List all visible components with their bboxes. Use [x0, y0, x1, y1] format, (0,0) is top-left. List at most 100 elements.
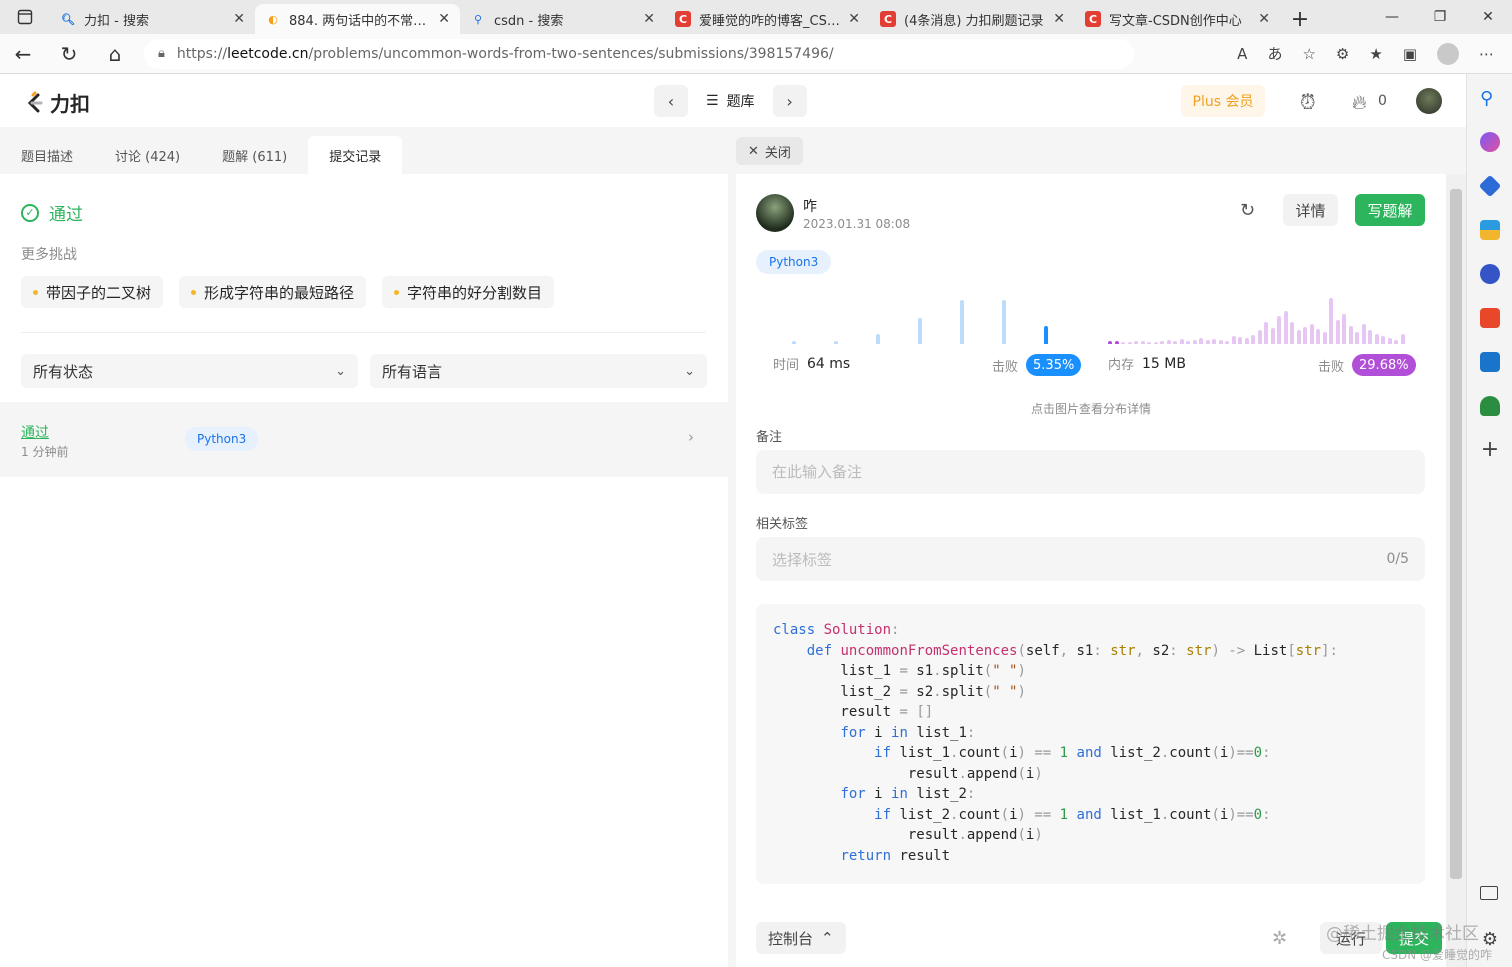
- browser-tab[interactable]: ⚲ csdn - 搜索 ✕: [460, 4, 665, 34]
- tab-actions-icon[interactable]: [0, 0, 50, 34]
- runtime-metric: 时间 64 ms: [773, 354, 850, 374]
- tags-placeholder: 选择标签: [772, 550, 833, 569]
- home-icon[interactable]: ⌂: [92, 42, 138, 66]
- browser-tab[interactable]: C (4条消息) 力扣刷题记录 ✕: [870, 4, 1075, 34]
- reload-icon[interactable]: ↻: [46, 42, 92, 66]
- language-filter-select[interactable]: 所有语言 ⌄: [370, 354, 707, 388]
- challenge-chip[interactable]: 形成字符串的最短路径: [179, 276, 367, 308]
- office-icon[interactable]: [1480, 308, 1500, 328]
- memory-dist-bar: [1381, 336, 1385, 344]
- memory-beat: 击败 29.68%: [1318, 354, 1416, 376]
- close-window-icon[interactable]: ✕: [1464, 9, 1512, 25]
- runtime-distribution-chart[interactable]: [776, 294, 1066, 344]
- write-solution-button[interactable]: 写题解: [1355, 194, 1425, 226]
- runtime-dist-bar: [918, 318, 922, 344]
- extensions-icon[interactable]: ⚙: [1336, 45, 1349, 63]
- outlook-icon[interactable]: [1480, 352, 1500, 372]
- details-button[interactable]: 详情: [1283, 194, 1338, 226]
- debug-icon[interactable]: ✲: [1272, 928, 1287, 949]
- search-icon[interactable]: ⚲: [1480, 88, 1500, 109]
- browser-tab[interactable]: C 爱睡觉的咋的博客_CSDN ✕: [665, 4, 870, 34]
- submission-row[interactable]: 通过 1 分钟前 Python3 ›: [0, 402, 728, 477]
- source-code: class Solution: def uncommonFromSentence…: [773, 622, 1338, 864]
- more-icon[interactable]: ⋯: [1479, 45, 1494, 63]
- fire-icon[interactable]: 🔥︎: [1352, 90, 1367, 114]
- memory-dist-bar: [1342, 314, 1346, 344]
- tab-title: (4条消息) 力扣刷题记录: [904, 13, 1044, 29]
- plus-member-button[interactable]: Plus 会员: [1181, 85, 1265, 117]
- hide-sidebar-icon[interactable]: [1480, 886, 1498, 900]
- tab-submissions[interactable]: 提交记录: [308, 136, 403, 174]
- close-tab-icon[interactable]: ✕: [233, 11, 245, 27]
- tags-count: 0/5: [1386, 551, 1409, 567]
- tab-solutions[interactable]: 题解 (611): [201, 136, 308, 174]
- refresh-icon[interactable]: ↻: [1240, 200, 1255, 221]
- author-avatar[interactable]: [756, 194, 794, 232]
- alarm-icon[interactable]: ⏰︎: [1300, 90, 1316, 114]
- close-tab-icon[interactable]: ✕: [438, 11, 450, 27]
- collections-icon[interactable]: ▣: [1403, 45, 1417, 63]
- shopping-icon[interactable]: [1478, 174, 1502, 198]
- site-logo[interactable]: 力扣: [24, 88, 90, 117]
- read-aloud-icon[interactable]: A: [1237, 45, 1247, 63]
- browser-tab[interactable]: 🔍︎ 力扣 - 搜索 ✕: [50, 4, 255, 34]
- tools-icon[interactable]: [1480, 220, 1500, 240]
- scrollbar[interactable]: [1446, 174, 1466, 967]
- address-bar: ← ↻ ⌂ 🔒︎ https://leetcode.cn/problems/un…: [0, 34, 1512, 74]
- profile-avatar[interactable]: [1437, 42, 1459, 65]
- panel-splitter[interactable]: [728, 127, 736, 967]
- status-filter-select[interactable]: 所有状态 ⌄: [21, 354, 358, 388]
- copilot-icon[interactable]: [1480, 132, 1500, 152]
- memory-dist-bar: [1186, 341, 1190, 344]
- memory-dist-bar: [1290, 322, 1294, 344]
- translate-icon[interactable]: あ: [1267, 43, 1282, 64]
- challenge-chip[interactable]: 带因子的二叉树: [21, 276, 164, 308]
- back-icon[interactable]: ←: [0, 42, 46, 66]
- code-view[interactable]: class Solution: def uncommonFromSentence…: [756, 604, 1425, 884]
- close-tab-icon[interactable]: ✕: [1053, 11, 1065, 27]
- problem-list-button[interactable]: ☰ 题库: [698, 91, 763, 111]
- drop-icon[interactable]: [1480, 396, 1500, 416]
- window-controls: — ❐ ✕: [1368, 0, 1512, 34]
- new-tab-icon[interactable]: +: [1280, 4, 1320, 34]
- url-prefix: https://: [176, 45, 228, 62]
- url-field[interactable]: 🔒︎ https://leetcode.cn/problems/uncommon…: [144, 38, 1134, 69]
- console-button[interactable]: 控制台 ⌃: [756, 922, 846, 954]
- distribution-hint: 点击图片查看分布详情: [1030, 402, 1151, 416]
- memory-dist-bar: [1374, 334, 1379, 344]
- games-icon[interactable]: [1480, 264, 1500, 284]
- tab-discussion[interactable]: 讨论 (424): [94, 136, 201, 174]
- chevron-down-icon: ⌄: [684, 363, 695, 379]
- tab-description[interactable]: 题目描述: [0, 136, 94, 174]
- close-detail-button[interactable]: ✕ 关闭: [736, 137, 803, 165]
- maximize-icon[interactable]: ❐: [1416, 9, 1464, 25]
- close-tab-icon[interactable]: ✕: [643, 11, 655, 27]
- add-icon[interactable]: +: [1480, 439, 1500, 461]
- runtime-beat-label: 击败: [992, 359, 1019, 375]
- close-tab-icon[interactable]: ✕: [848, 11, 860, 27]
- close-tab-icon[interactable]: ✕: [1258, 11, 1270, 27]
- difficulty-dot-icon: [33, 289, 38, 295]
- next-problem-button[interactable]: ›: [772, 85, 807, 117]
- challenge-chip[interactable]: 字符串的好分割数目: [382, 276, 555, 308]
- browser-tab[interactable]: C 写文章-CSDN创作中心 ✕: [1075, 4, 1280, 34]
- memory-dist-bar: [1322, 332, 1327, 344]
- memory-distribution-chart[interactable]: [1108, 294, 1408, 344]
- tags-select[interactable]: 选择标签 0/5: [756, 537, 1425, 581]
- right-panel: ✕ 关闭 咋 2023.01.31 08:08 ↻ 详情 写题解 Python3…: [736, 127, 1466, 967]
- runtime-beat-badge: 5.35%: [1026, 354, 1082, 376]
- memory-dist-bar: [1277, 316, 1281, 344]
- close-icon: ✕: [748, 143, 759, 159]
- user-avatar[interactable]: [1416, 88, 1442, 114]
- browser-tab-active[interactable]: ◐ 884. 两句话中的不常见单词 ✕: [255, 4, 460, 34]
- favorites-icon[interactable]: ★: [1369, 45, 1382, 63]
- submission-status[interactable]: 通过: [21, 422, 49, 442]
- challenge-list: 带因子的二叉树 形成字符串的最短路径 字符串的好分割数目: [21, 276, 555, 308]
- list-icon: ☰: [706, 93, 719, 109]
- leetcode-logo-icon: [24, 91, 44, 115]
- minimize-icon[interactable]: —: [1368, 9, 1416, 25]
- scrollbar-thumb[interactable]: [1450, 189, 1462, 879]
- add-favorite-icon[interactable]: ☆: [1302, 45, 1315, 63]
- prev-problem-button[interactable]: ‹: [654, 85, 688, 117]
- note-input[interactable]: [756, 450, 1425, 494]
